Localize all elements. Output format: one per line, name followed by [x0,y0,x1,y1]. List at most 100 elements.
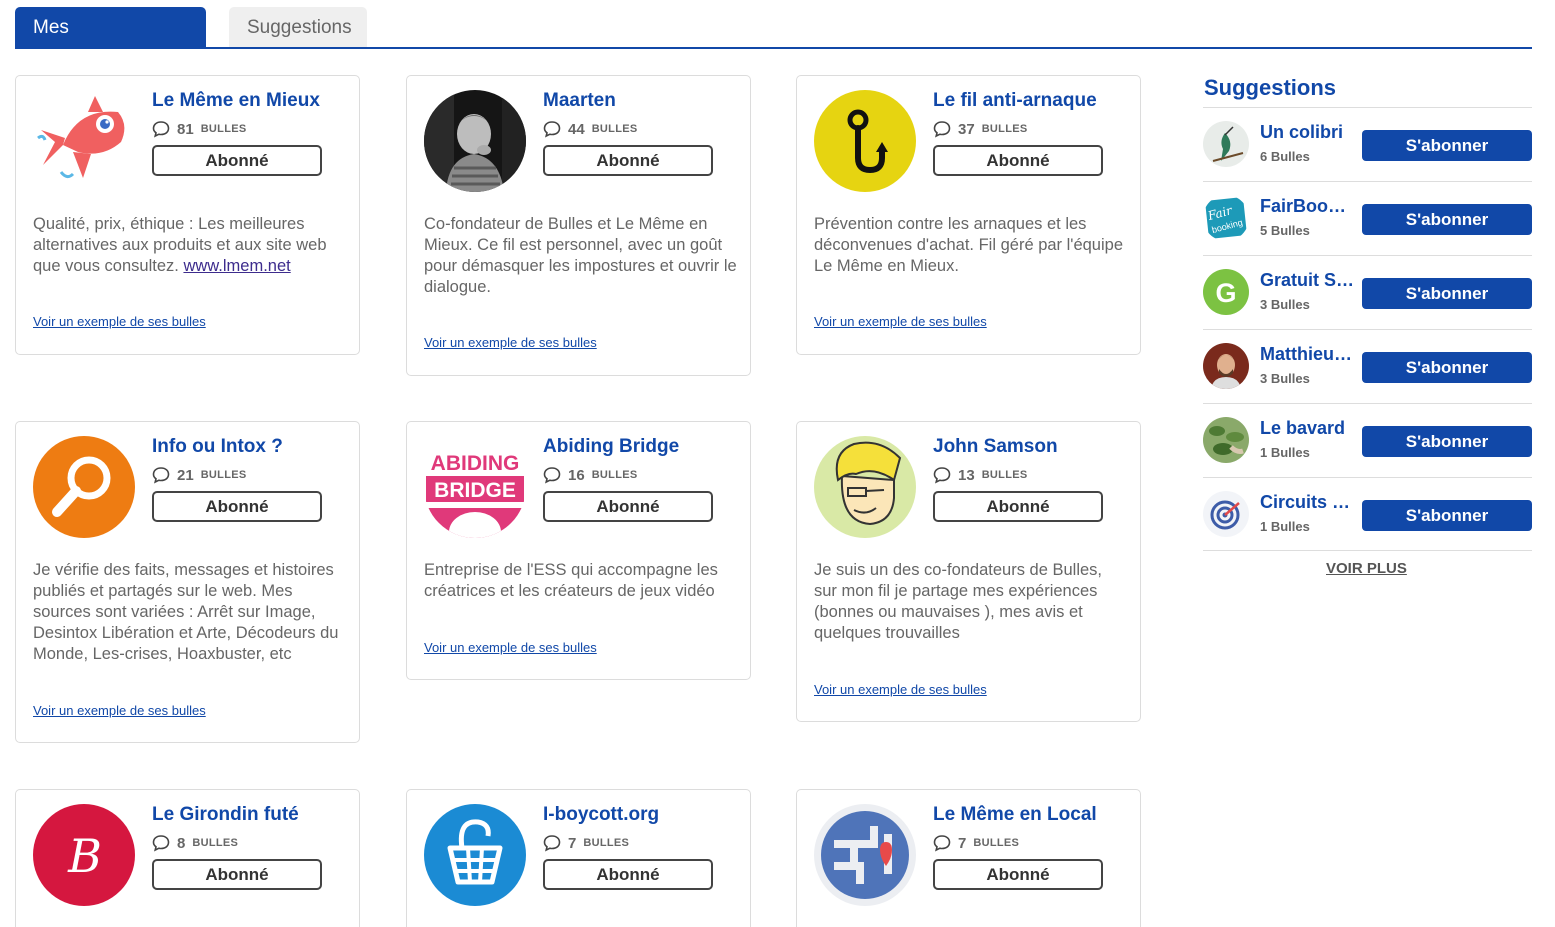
suggestion-count: 5 Bulles [1260,223,1310,238]
subscribed-button[interactable]: Abonné [543,145,713,176]
logo-letter: B [67,829,102,883]
card-name[interactable]: Le Même en Mieux [152,90,320,112]
count-label: BULLES [192,837,239,849]
card-name[interactable]: Le Même en Local [933,804,1097,826]
suggestion-item: G Gratuit Sur Le Net 3 Bulles S'abonner [1203,255,1532,329]
count-label: BULLES [973,837,1020,849]
suggestion-name[interactable]: Un colibri [1260,122,1343,143]
subscribe-button[interactable]: S'abonner [1362,352,1532,383]
subscribe-button[interactable]: S'abonner [1362,130,1532,161]
card-description: Je vérifie des faits, messages et histoi… [33,561,339,663]
suggestion-name[interactable]: Matthieu Dupont [1260,344,1355,365]
suggestion-item: Matthieu Dupont 3 Bulles S'abonner [1203,329,1532,403]
cartoon-face-icon [814,436,916,538]
bulles-count: 21 BULLES [152,465,247,485]
example-link[interactable]: Voir un exemple de ses bulles [424,335,597,350]
card-name[interactable]: I-boycott.org [543,804,659,826]
count-label: BULLES [583,837,630,849]
card-name[interactable]: Le Girondin futé [152,804,299,826]
bulles-count: 81 BULLES [152,119,247,139]
see-more-link[interactable]: VOIR PLUS [1326,560,1407,577]
subscribe-button[interactable]: S'abonner [1362,426,1532,457]
suggestion-count: 3 Bulles [1260,297,1310,312]
tab-mes-abonnements[interactable]: Mes abonnements [15,7,206,80]
example-link[interactable]: Voir un exemple de ses bulles [33,314,206,329]
card-name[interactable]: John Samson [933,436,1058,458]
example-link[interactable]: Voir un exemple de ses bulles [814,682,987,697]
plant-photo [1203,417,1249,463]
suggestion-count: 3 Bulles [1260,371,1310,386]
card-name[interactable]: Maarten [543,90,616,112]
subscription-card: B Le Girondin futé 8 BULLES Abonné [15,789,360,927]
suggestion-name[interactable]: Le bavard [1260,418,1345,439]
suggestion-name[interactable]: FairBooking [1260,196,1355,217]
suggestion-name[interactable]: Gratuit Sur Le Net [1260,270,1355,291]
suggestions-list: Un colibri 6 Bulles S'abonner Fair bookin… [1203,107,1532,551]
subscribed-button[interactable]: Abonné [152,491,322,522]
logo-line-1: ABIDING [431,452,520,475]
comment-icon [152,835,170,852]
count-number: 8 [177,834,186,852]
suggestion-item: Circuits courts 1 Bulles S'abonner [1203,477,1532,551]
example-link[interactable]: Voir un exemple de ses bulles [424,640,597,655]
target-icon [1203,491,1249,537]
count-label: BULLES [591,469,638,481]
subscription-card: Le fil anti-arnaque 37 BULLES Abonné Pré… [796,75,1141,355]
subscription-card: John Samson 13 BULLES Abonné Je suis un … [796,421,1141,722]
count-label: BULLES [200,123,247,135]
count-number: 81 [177,120,194,138]
card-name[interactable]: Info ou Intox ? [152,436,283,458]
subscription-card: ABIDING BRIDGE Abiding Bridge 16 BULLES … [406,421,751,680]
subscribed-button[interactable]: Abonné [543,491,713,522]
tab-suggestions[interactable]: Suggestions [229,7,367,47]
card-name[interactable]: Abiding Bridge [543,436,679,458]
example-link[interactable]: Voir un exemple de ses bulles [33,703,206,718]
count-number: 13 [958,466,975,484]
subscribed-button[interactable]: Abonné [543,859,713,890]
subscription-card: Le Même en Local 7 BULLES Abonné [796,789,1141,927]
example-link[interactable]: Voir un exemple de ses bulles [814,314,987,329]
subscription-card: Maarten 44 BULLES Abonné Co-fondateur de… [406,75,751,376]
hook-icon [814,90,916,192]
comment-icon [543,121,561,138]
count-number: 21 [177,466,194,484]
suggestion-item: Le bavard 1 Bulles S'abonner [1203,403,1532,477]
subscribed-button[interactable]: Abonné [933,859,1103,890]
subscribed-button[interactable]: Abonné [933,491,1103,522]
comment-icon [933,467,951,484]
bulles-count: 7 BULLES [933,833,1019,853]
suggestion-name[interactable]: Circuits courts [1260,492,1355,513]
abiding-bridge-logo: ABIDING BRIDGE [424,436,526,538]
magnifier-icon [33,436,135,538]
subscribe-button[interactable]: S'abonner [1362,204,1532,235]
comment-icon [152,467,170,484]
suggestion-count: 1 Bulles [1260,519,1310,534]
subscribed-button[interactable]: Abonné [933,145,1103,176]
suggestion-item: Un colibri 6 Bulles S'abonner [1203,107,1532,181]
comment-icon [933,121,951,138]
man-photo [1203,343,1249,389]
logo-letter: G [1215,278,1236,308]
fish-icon [33,90,135,192]
suggestion-count: 1 Bulles [1260,445,1310,460]
comment-icon [543,467,561,484]
bulles-count: 44 BULLES [543,119,638,139]
count-number: 44 [568,120,585,138]
subscribe-button[interactable]: S'abonner [1362,278,1532,309]
count-number: 37 [958,120,975,138]
website-link[interactable]: www.lmem.net [183,257,290,275]
subscription-card: Le Même en Mieux 81 BULLES Abonné Qualit… [15,75,360,355]
bulles-count: 13 BULLES [933,465,1028,485]
subscribed-button[interactable]: Abonné [152,859,322,890]
bulles-count: 16 BULLES [543,465,638,485]
card-description: Entreprise de l'ESS qui accompagne les c… [424,561,718,600]
subscribe-button[interactable]: S'abonner [1362,500,1532,531]
card-description: Co-fondateur de Bulles et Le Même en Mie… [424,215,737,296]
card-description: Je suis un des co-fondateurs de Bulles, … [814,561,1103,642]
subscribed-button[interactable]: Abonné [152,145,322,176]
suggestion-count: 6 Bulles [1260,149,1310,164]
subscription-card: I-boycott.org 7 BULLES Abonné [406,789,751,927]
card-name[interactable]: Le fil anti-arnaque [933,90,1097,112]
card-description: Qualité, prix, éthique : Les meilleures … [33,214,348,277]
comment-icon [152,121,170,138]
